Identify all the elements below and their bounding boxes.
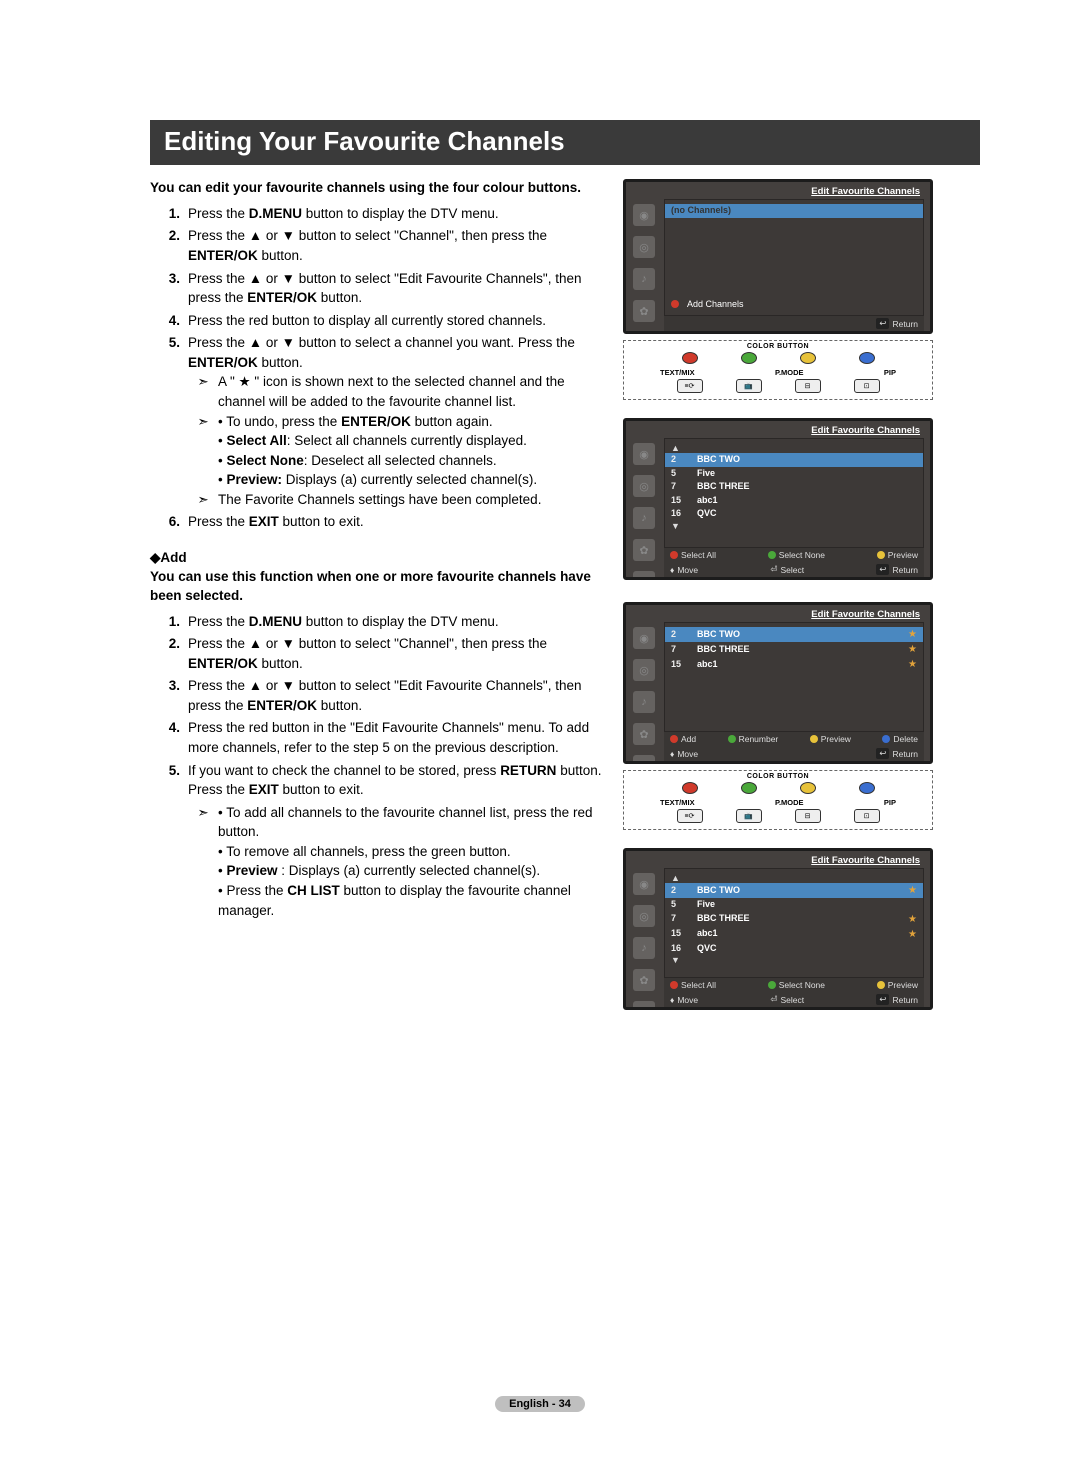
note-icon: ➣ — [188, 412, 218, 490]
remote-diagram-2: COLOR BUTTON TEXT/MIXP.MODEPIP ≡⟳📺⊟⊡ — [623, 770, 933, 830]
page-number: English - 34 — [495, 1396, 585, 1412]
add-section-heading: ◆Add — [150, 550, 605, 566]
step-4: Press the red button to display all curr… — [188, 311, 605, 331]
step-1: Press the D.MENU button to display the D… — [188, 204, 605, 224]
osd-screenshot-2: ◉◎♪✿◀ Edit Favourite Channels ▲ 2BBC TWO… — [623, 418, 933, 580]
steps-list-2: 1.Press the D.MENU button to display the… — [150, 612, 605, 920]
instructions-column: You can edit your favourite channels usi… — [150, 179, 605, 1016]
note-icon: ➣ — [188, 803, 218, 920]
note-icon: ➣ — [188, 490, 218, 510]
note-icon: ➣ — [188, 372, 218, 411]
step-3: Press the ▲ or ▼ button to select "Edit … — [188, 269, 605, 308]
osd-screenshot-3: ◉◎♪✿◀ Edit Favourite Channels 2BBC TWO★ … — [623, 602, 933, 764]
page-footer: English - 34 — [0, 1395, 1080, 1412]
step-5: Press the ▲ or ▼ button to select a chan… — [188, 333, 605, 509]
osd-screenshot-1: ◉◎♪✿◀ Edit Favourite Channels (no Channe… — [623, 179, 933, 334]
steps-list-1: 1.Press the D.MENU button to display the… — [150, 204, 605, 532]
manual-page: Editing Your Favourite Channels You can … — [0, 0, 1080, 1472]
page-title: Editing Your Favourite Channels — [150, 120, 980, 165]
osd-screenshot-4: ◉◎♪✿◀ Edit Favourite Channels ▲ 2BBC TWO… — [623, 848, 933, 1010]
intro-text: You can edit your favourite channels usi… — [150, 179, 605, 198]
screenshots-column: ◉◎♪✿◀ Edit Favourite Channels (no Channe… — [623, 179, 943, 1016]
step-6: Press the EXIT button to exit. — [188, 512, 605, 532]
remote-diagram-1: COLOR BUTTON TEXT/MIXP.MODEPIP ≡⟳📺⊟⊡ — [623, 340, 933, 400]
add-intro: You can use this function when one or mo… — [150, 568, 605, 606]
step-2: Press the ▲ or ▼ button to select "Chann… — [188, 226, 605, 265]
